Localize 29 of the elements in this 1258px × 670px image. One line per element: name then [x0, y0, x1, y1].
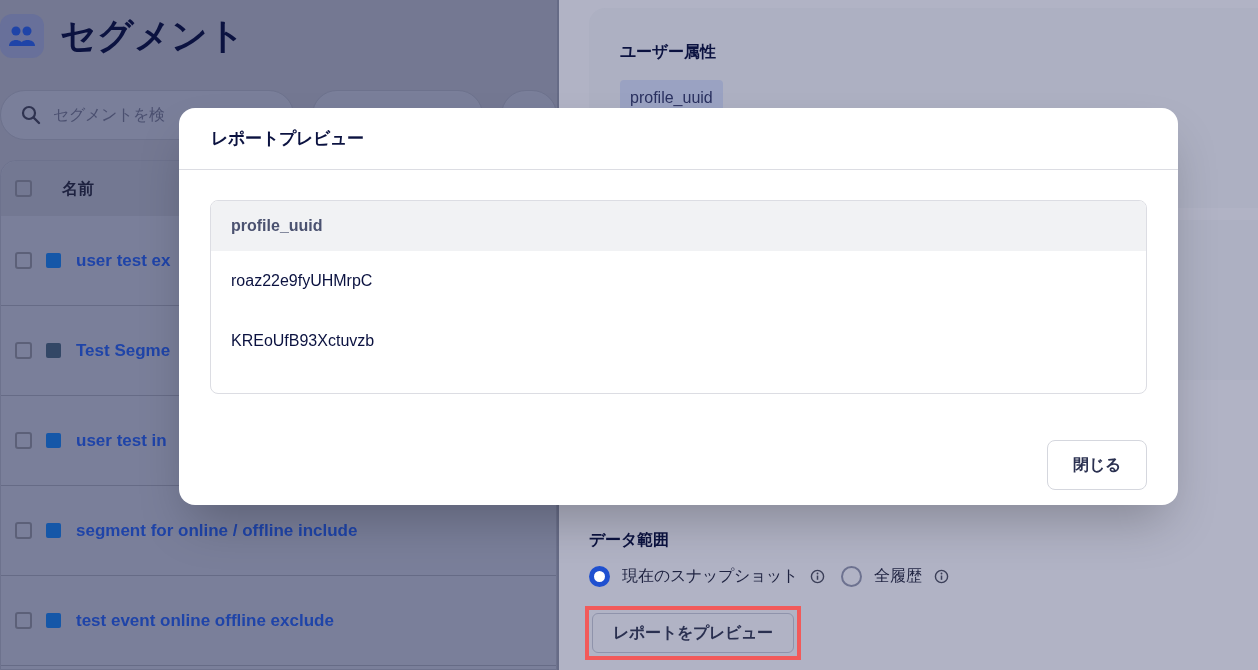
segment-name-link[interactable]: user test ex	[76, 247, 171, 274]
page-title: セグメント	[60, 14, 245, 58]
checkbox[interactable]	[15, 252, 32, 269]
info-icon[interactable]	[934, 568, 949, 584]
search-icon	[21, 105, 41, 125]
close-button[interactable]: 閉じる	[1047, 440, 1147, 490]
segment-name-link[interactable]: test event online offline exclude	[76, 607, 334, 634]
radio-button[interactable]	[841, 565, 862, 587]
checkbox[interactable]	[15, 432, 32, 449]
segment-name-link[interactable]: segment for online / offline include	[76, 517, 358, 544]
table-cell-text: roaz22e9fyUHMrpC	[231, 271, 373, 291]
info-icon[interactable]	[810, 568, 825, 584]
segment-name-link[interactable]: user test in	[76, 427, 167, 454]
section-title: ユーザー属性	[620, 42, 716, 62]
radio-label: 全履歴	[874, 566, 922, 586]
radio-button[interactable]	[589, 565, 610, 587]
column-header: 名前	[62, 178, 94, 199]
column-header: profile_uuid	[231, 216, 323, 236]
checkbox[interactable]	[15, 522, 32, 539]
checkbox[interactable]	[15, 612, 32, 629]
checkbox[interactable]	[15, 342, 32, 359]
table-cell-text: KREoUfB93Xctuvzb	[231, 331, 375, 351]
table-row[interactable]: test event online offline exclude	[1, 576, 556, 666]
users-icon	[8, 25, 36, 47]
segment-name-link[interactable]: Test Segme	[76, 337, 171, 364]
preview-report-button[interactable]: レポートをプレビュー	[592, 613, 794, 653]
section-title: データ範囲	[589, 530, 669, 550]
radio-label: 現在のスナップショット	[622, 566, 798, 586]
checkbox[interactable]	[15, 180, 32, 197]
